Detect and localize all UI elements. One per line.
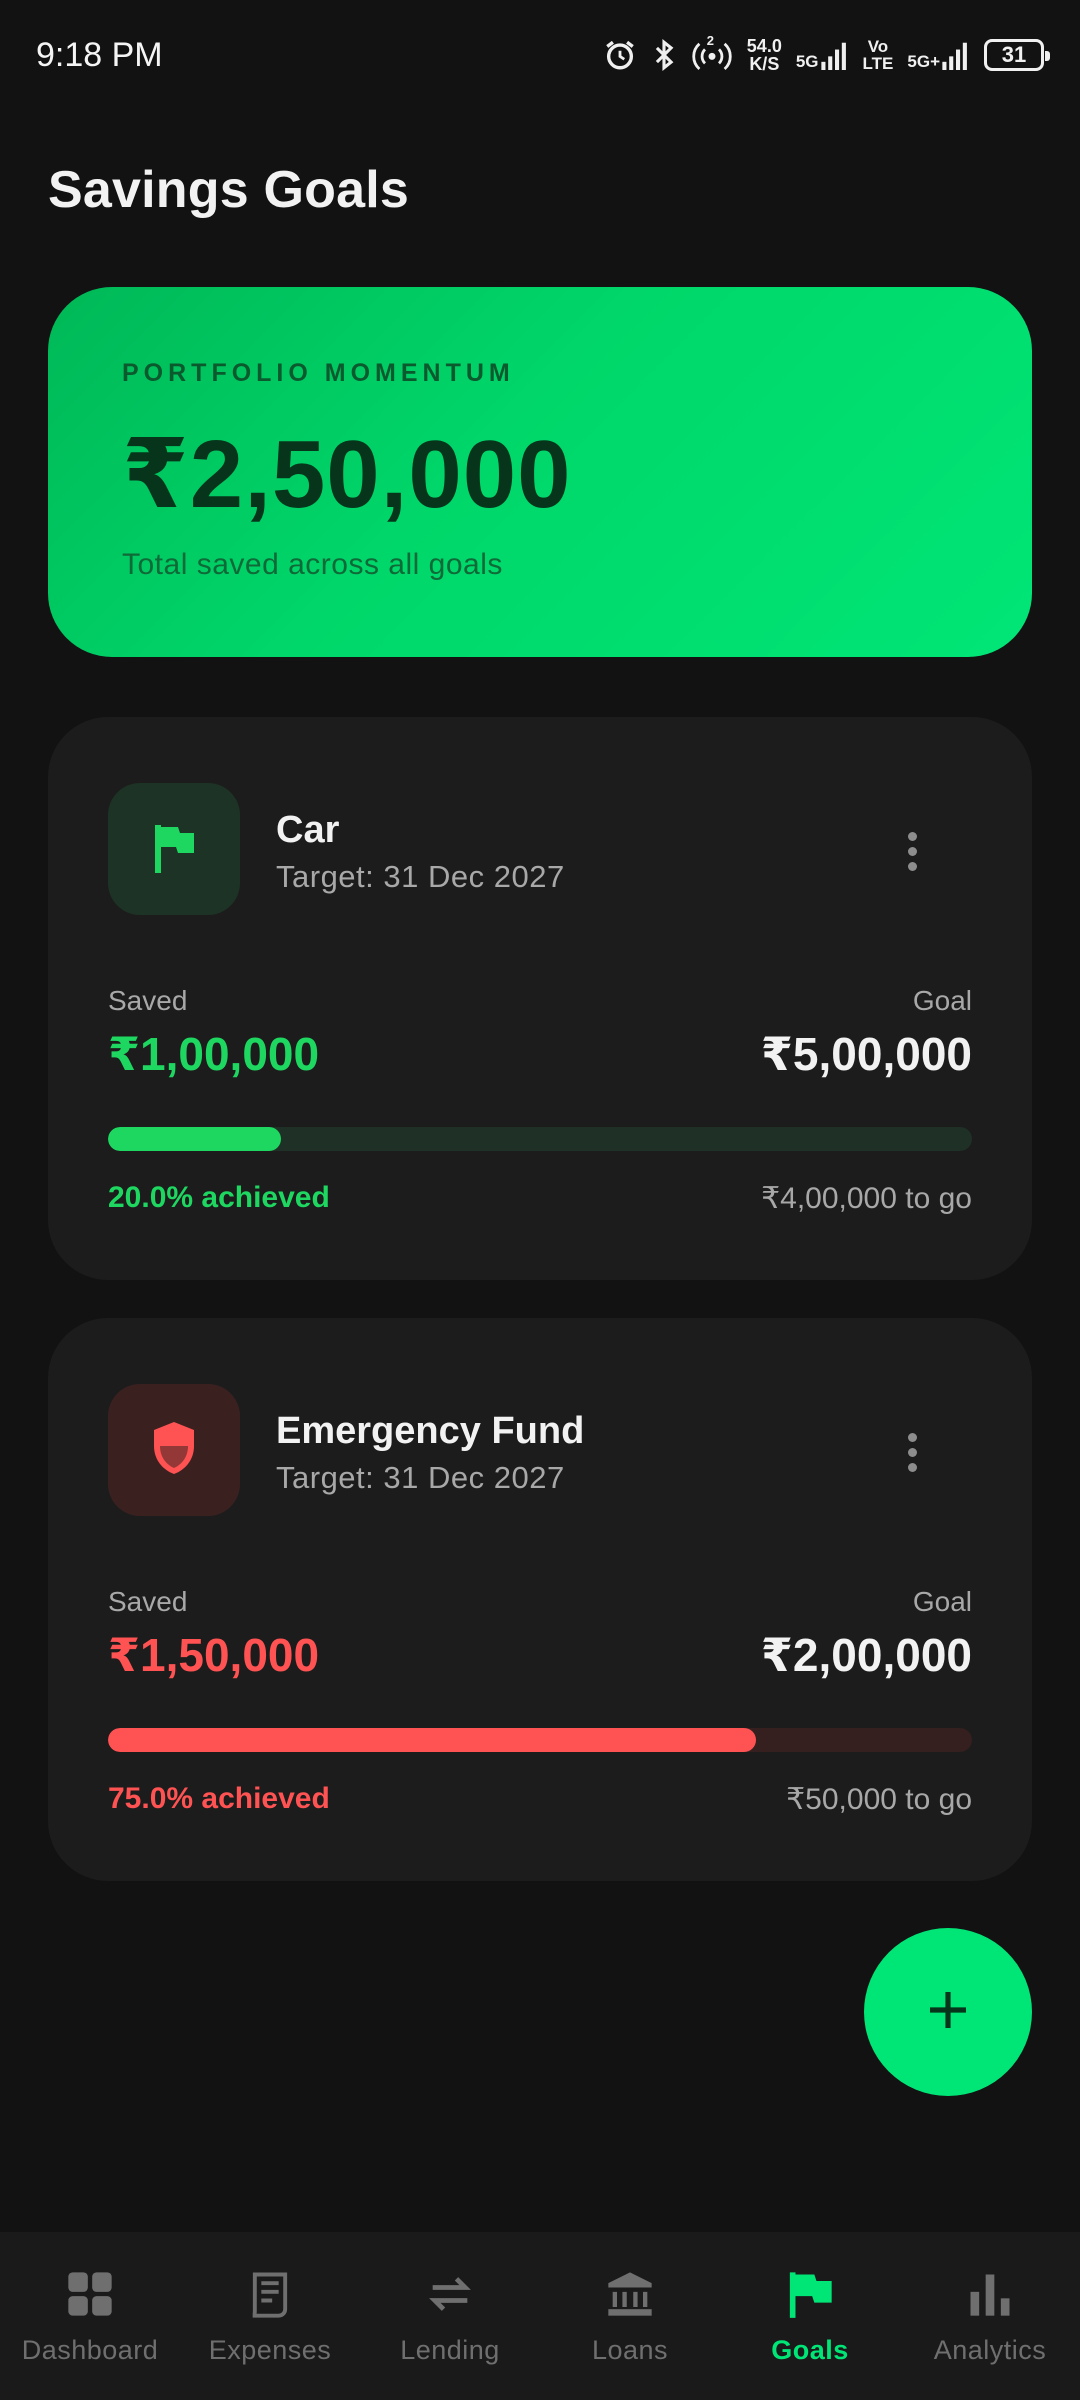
nav-label: Lending — [400, 2335, 500, 2365]
hotspot-icon: 2 — [691, 33, 733, 72]
status-time: 9:18 PM — [36, 35, 163, 74]
more-vert-icon — [907, 831, 917, 841]
dashboard-icon — [64, 2268, 116, 2325]
progress-bar — [108, 1127, 972, 1151]
volte-badge: Vo LTE — [863, 38, 894, 72]
nav-item-lending[interactable]: Lending — [360, 2232, 540, 2400]
progress-bar — [108, 1728, 972, 1752]
amount-to-go: ₹50,000 to go — [786, 1783, 972, 1816]
goal-icon-tile — [108, 1384, 240, 1516]
nav-item-dashboard[interactable]: Dashboard — [0, 2232, 180, 2400]
nav-label: Dashboard — [21, 2335, 159, 2365]
portfolio-summary-card: PORTFOLIO MOMENTUM ₹2,50,000 Total saved… — [48, 287, 1032, 657]
signal-bars-icon — [820, 40, 849, 70]
goal-label: Goal — [912, 1586, 972, 1617]
signal-bars-icon — [942, 40, 970, 70]
battery-level: 31 — [1001, 42, 1027, 67]
more-vert-icon — [907, 1432, 917, 1442]
portfolio-total-amount: ₹2,50,000 — [122, 421, 572, 528]
progress-fill — [108, 1728, 756, 1752]
volte-bottom: LTE — [862, 54, 894, 73]
percent-achieved: 20.0% achieved — [108, 1181, 330, 1214]
goal-amount: ₹2,00,000 — [760, 1629, 972, 1681]
network-speed-value: 54.0 — [746, 36, 782, 56]
nav-label: Loans — [591, 2335, 669, 2365]
signal-2: 5G+ — [907, 40, 970, 70]
flag-icon — [150, 821, 198, 878]
goal-target-date: Target: 31 Dec 2027 — [276, 859, 565, 894]
nav-item-expenses[interactable]: Expenses — [180, 2232, 360, 2400]
status-icons: 2 54.0 K/S 5G Vo LTE 5G+ 31 — [603, 33, 1050, 73]
goal-name: Emergency Fund — [276, 1410, 585, 1452]
bottom-navigation: Dashboard Expenses Lending Loans Goals A… — [0, 2232, 1080, 2400]
portfolio-subtitle: Total saved across all goals — [122, 548, 503, 581]
volte-top: Vo — [867, 37, 889, 56]
goal-amount: ₹5,00,000 — [760, 1028, 972, 1080]
more-options-button[interactable] — [892, 821, 932, 881]
portfolio-kicker: PORTFOLIO MOMENTUM — [122, 359, 515, 387]
goal-card[interactable]: Emergency Fund Target: 31 Dec 2027 Saved… — [48, 1318, 1032, 1881]
network-speed-unit: K/S — [749, 54, 780, 74]
plus-icon — [924, 1986, 972, 2039]
saved-label: Saved — [108, 985, 188, 1016]
nav-item-loans[interactable]: Loans — [540, 2232, 720, 2400]
nav-label: Analytics — [933, 2335, 1047, 2365]
swap-icon — [424, 2268, 476, 2325]
goal-target-date: Target: 31 Dec 2027 — [276, 1460, 565, 1495]
signal-1-label: 5G — [795, 52, 819, 71]
status-bar: 9:18 PM 2 54.0 K/S 5G Vo LTE 5G+ 31 — [0, 0, 1080, 110]
alarm-icon — [603, 38, 637, 72]
flag-icon — [784, 2268, 836, 2325]
network-speed: 54.0 K/S — [747, 37, 782, 73]
shield-icon — [149, 1420, 199, 1481]
goal-label: Goal — [912, 985, 972, 1016]
signal-2-label: 5G+ — [907, 52, 940, 71]
saved-amount: ₹1,00,000 — [108, 1028, 320, 1080]
progress-fill — [108, 1127, 281, 1151]
bank-icon — [604, 2268, 656, 2325]
nav-item-goals[interactable]: Goals — [720, 2232, 900, 2400]
percent-achieved: 75.0% achieved — [108, 1782, 330, 1815]
bluetooth-icon — [651, 38, 677, 72]
hotspot-count: 2 — [706, 33, 715, 48]
battery-icon: 31 — [984, 39, 1050, 71]
add-goal-button[interactable] — [864, 1928, 1032, 2096]
page-title: Savings Goals — [48, 161, 409, 219]
saved-amount: ₹1,50,000 — [108, 1629, 320, 1681]
nav-item-analytics[interactable]: Analytics — [900, 2232, 1080, 2400]
bar-chart-icon — [964, 2268, 1016, 2325]
signal-1: 5G — [796, 40, 849, 70]
goal-icon-tile — [108, 783, 240, 915]
goal-name: Car — [276, 809, 340, 851]
nav-label: Expenses — [208, 2335, 332, 2365]
amount-to-go: ₹4,00,000 to go — [761, 1182, 972, 1215]
more-options-button[interactable] — [892, 1422, 932, 1482]
receipt-icon — [244, 2268, 296, 2325]
goal-card[interactable]: Car Target: 31 Dec 2027 Saved Goal ₹1,00… — [48, 717, 1032, 1280]
nav-label: Goals — [771, 2335, 849, 2365]
saved-label: Saved — [108, 1586, 188, 1617]
